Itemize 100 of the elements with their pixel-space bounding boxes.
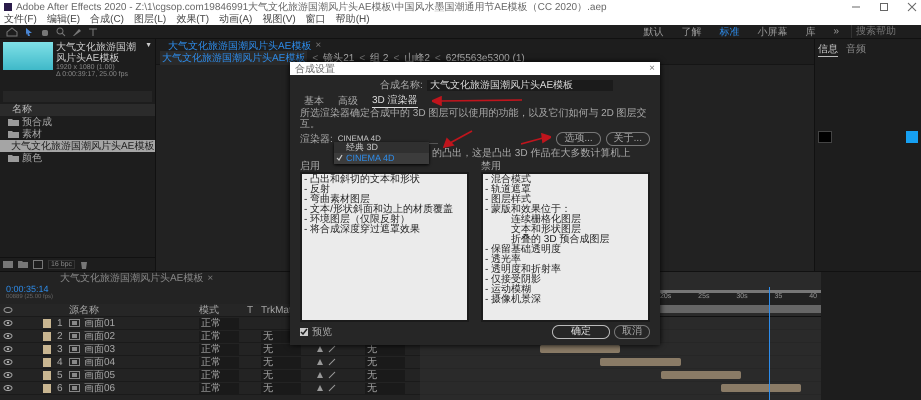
cancel-button[interactable]: 取消: [614, 325, 650, 339]
eye-icon[interactable]: [3, 332, 13, 340]
project-item[interactable]: 颜色: [0, 152, 155, 164]
dialog-tab[interactable]: 高级: [338, 94, 358, 108]
layer-name[interactable]: 画面06: [84, 381, 116, 395]
text-tool-icon[interactable]: [88, 26, 98, 36]
feature-item: - 透明度和折射率: [485, 265, 562, 275]
mode-dropdown[interactable]: 正常: [199, 330, 239, 342]
zoom-icon[interactable]: [56, 26, 66, 36]
more-workspaces-button[interactable]: »: [827, 26, 845, 37]
close-icon[interactable]: ×: [315, 40, 322, 51]
dialog-tab[interactable]: 基本: [304, 94, 324, 108]
column-header[interactable]: 源名称: [69, 303, 199, 317]
eye-icon[interactable]: [3, 319, 13, 327]
column-header[interactable]: 模式: [199, 303, 247, 317]
eye-icon[interactable]: [3, 371, 13, 379]
composition-tab[interactable]: 大气文化旅游国潮风片头AE模板: [168, 38, 312, 52]
panel-tab[interactable]: 音频: [846, 42, 866, 57]
trash-icon[interactable]: [80, 260, 88, 269]
label-swatch[interactable]: [43, 370, 51, 380]
composition-icon[interactable]: [33, 260, 43, 269]
menu-item[interactable]: 文件(F): [4, 12, 37, 26]
eye-icon[interactable]: [3, 345, 13, 353]
feature-item: - 混合模式: [485, 175, 532, 185]
timeline-tab[interactable]: 大气文化旅游国潮风片头AE模板: [60, 271, 204, 285]
label-swatch[interactable]: [43, 318, 51, 328]
close-icon[interactable]: [907, 2, 917, 12]
preview-checkbox[interactable]: [300, 328, 308, 336]
interpret-footage-icon[interactable]: [3, 260, 13, 269]
label-swatch[interactable]: [43, 358, 51, 366]
feature-item: - 弯曲素材图层: [304, 195, 370, 205]
breadcrumb-separator: <: [394, 52, 400, 64]
breadcrumb[interactable]: 组 2: [370, 51, 388, 65]
mode-dropdown[interactable]: 正常: [199, 318, 239, 328]
close-icon[interactable]: ×: [649, 63, 655, 74]
workspace-tab[interactable]: 了解: [675, 24, 708, 38]
ok-button[interactable]: 确定: [552, 325, 610, 339]
breadcrumb[interactable]: 镜头21: [323, 51, 354, 65]
layer-name[interactable]: 画面04: [84, 355, 116, 369]
project-item[interactable]: 素材: [0, 128, 155, 140]
workspace-tab[interactable]: 默认: [637, 24, 670, 38]
track-matte-dropdown[interactable]: 无: [261, 370, 301, 380]
menu-item[interactable]: 窗口: [306, 12, 326, 26]
feature-item: 连续栅格化图层: [510, 215, 582, 225]
eye-icon[interactable]: [3, 358, 13, 366]
pointer-icon[interactable]: [24, 26, 34, 36]
thumbnail-placeholder: [3, 42, 53, 70]
menu-item[interactable]: 帮助(H): [336, 12, 370, 26]
layer-duration-bar[interactable]: [540, 345, 620, 353]
menu-item[interactable]: 效果(T): [176, 12, 210, 26]
feature-item: - 蒙版和效果位于：: [485, 205, 572, 215]
folder-icon[interactable]: [18, 260, 28, 269]
options-button[interactable]: 选项...: [556, 132, 601, 146]
layer-name[interactable]: 画面05: [84, 368, 116, 382]
parent-dropdown[interactable]: 无: [365, 382, 405, 394]
column-header[interactable]: 名称: [0, 104, 155, 116]
project-item[interactable]: 大气文化旅游国潮风片头AE模板: [0, 140, 155, 152]
dialog-tab[interactable]: 3D 渲染器: [372, 93, 418, 108]
menu-item[interactable]: 视图(V): [262, 12, 296, 26]
feature-item: - 透光率: [485, 255, 522, 265]
feature-item: - 轨道遮罩: [485, 185, 532, 195]
close-icon[interactable]: ×: [207, 272, 214, 284]
feature-item: - 反射: [304, 185, 330, 195]
track-matte-dropdown[interactable]: 无: [261, 356, 301, 368]
layer-name[interactable]: 画面01: [84, 316, 116, 330]
layer-name[interactable]: 画面02: [84, 329, 116, 343]
menu-item[interactable]: 经典 3D: [334, 142, 429, 153]
label-swatch[interactable]: [43, 344, 51, 354]
workspace-tab[interactable]: 标准: [713, 24, 746, 38]
label-swatch[interactable]: [43, 332, 51, 340]
track-matte-dropdown[interactable]: 无: [261, 344, 301, 354]
mode-dropdown[interactable]: 正常: [199, 382, 239, 394]
parent-dropdown[interactable]: 无: [365, 356, 405, 368]
project-item[interactable]: 预合成: [0, 116, 155, 128]
menu-item[interactable]: 编辑(E): [46, 12, 80, 26]
panel-tab[interactable]: 信息: [818, 42, 838, 57]
breadcrumb[interactable]: 山峰2: [404, 51, 430, 65]
comp-name-field[interactable]: 大气文化旅游国潮风片头AE模板: [426, 80, 613, 90]
parent-dropdown[interactable]: 无: [365, 370, 405, 380]
breadcrumb[interactable]: 大气文化旅游国潮风片头AE模板: [160, 51, 308, 65]
menu-item[interactable]: 动画(A): [219, 12, 252, 26]
about-button[interactable]: 关于...: [606, 132, 650, 146]
column-header[interactable]: T: [247, 304, 257, 316]
eye-icon[interactable]: [3, 384, 13, 392]
mode-dropdown[interactable]: 正常: [199, 370, 239, 380]
menu-item[interactable]: 合成(C): [90, 12, 124, 26]
layer-name[interactable]: 画面03: [84, 342, 116, 356]
label-swatch[interactable]: [43, 384, 51, 392]
workspace-tab[interactable]: 小屏幕: [751, 24, 794, 38]
menu-item[interactable]: 图层(L): [134, 12, 166, 26]
mode-dropdown[interactable]: 正常: [199, 344, 239, 354]
home-icon[interactable]: [6, 26, 18, 36]
mode-dropdown[interactable]: 正常: [199, 356, 239, 368]
composition-icon: [69, 319, 80, 327]
dialog-title: 合成设置: [295, 62, 335, 76]
comp-name: 大气文化旅游国潮风片头AE模板: [56, 42, 137, 64]
track-matte-dropdown[interactable]: 无: [261, 382, 301, 394]
maximize-icon[interactable]: [879, 2, 889, 12]
workspace-tab[interactable]: 库: [799, 24, 822, 38]
color-preview: [906, 131, 918, 143]
